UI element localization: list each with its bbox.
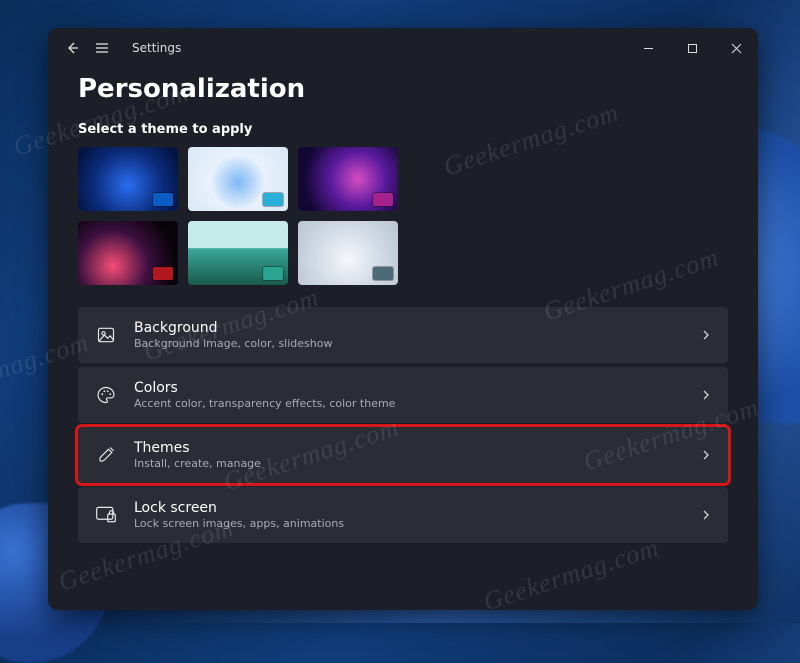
theme-tile-glow-purple[interactable]	[298, 147, 398, 211]
settings-item-lock-screen[interactable]: Lock screenLock screen images, apps, ani…	[78, 487, 728, 543]
titlebar: Settings	[48, 28, 758, 68]
palette-icon	[94, 383, 118, 407]
settings-item-subtitle: Background image, color, slideshow	[134, 337, 700, 350]
close-icon	[731, 43, 742, 54]
settings-list: BackgroundBackground image, color, slide…	[78, 307, 728, 543]
accent-chip	[373, 193, 393, 206]
settings-item-title: Lock screen	[134, 500, 700, 516]
theme-tile-flow-dark-red[interactable]	[78, 221, 178, 285]
settings-window: Settings Personalization Select a theme …	[48, 28, 758, 610]
settings-item-subtitle: Accent color, transparency effects, colo…	[134, 397, 700, 410]
theme-tile-captured-motion[interactable]	[188, 221, 288, 285]
minimize-button[interactable]	[626, 28, 670, 68]
settings-item-text: Lock screenLock screen images, apps, ani…	[134, 500, 700, 530]
theme-tile-sunrise-light[interactable]	[298, 221, 398, 285]
app-title: Settings	[132, 41, 181, 55]
chevron-right-icon	[700, 449, 712, 461]
chevron-right-icon	[700, 329, 712, 341]
settings-item-subtitle: Install, create, manage	[134, 457, 700, 470]
maximize-button[interactable]	[670, 28, 714, 68]
accent-chip	[153, 193, 173, 206]
paintbrush-icon	[94, 443, 118, 467]
page-title: Personalization	[78, 74, 728, 104]
themes-section-label: Select a theme to apply	[78, 122, 728, 137]
window-controls	[626, 28, 758, 68]
minimize-icon	[643, 43, 654, 54]
settings-item-title: Themes	[134, 440, 700, 456]
accent-chip	[153, 267, 173, 280]
hamburger-icon	[94, 40, 110, 56]
image-icon	[94, 323, 118, 347]
accent-chip	[263, 267, 283, 280]
content-area: Personalization Select a theme to apply …	[48, 68, 758, 610]
settings-item-subtitle: Lock screen images, apps, animations	[134, 517, 700, 530]
lock-screen-icon	[94, 503, 118, 527]
settings-item-title: Background	[134, 320, 700, 336]
settings-item-text: BackgroundBackground image, color, slide…	[134, 320, 700, 350]
back-button[interactable]	[60, 36, 84, 60]
arrow-left-icon	[64, 40, 80, 56]
settings-item-themes[interactable]: ThemesInstall, create, manage	[78, 427, 728, 483]
maximize-icon	[687, 43, 698, 54]
close-button[interactable]	[714, 28, 758, 68]
theme-grid	[78, 147, 728, 285]
chevron-right-icon	[700, 509, 712, 521]
accent-chip	[373, 267, 393, 280]
theme-tile-windows-light-blue[interactable]	[188, 147, 288, 211]
nav-menu-button[interactable]	[90, 36, 114, 60]
settings-item-background[interactable]: BackgroundBackground image, color, slide…	[78, 307, 728, 363]
settings-item-title: Colors	[134, 380, 700, 396]
chevron-right-icon	[700, 389, 712, 401]
settings-item-text: ThemesInstall, create, manage	[134, 440, 700, 470]
settings-item-colors[interactable]: ColorsAccent color, transparency effects…	[78, 367, 728, 423]
settings-item-text: ColorsAccent color, transparency effects…	[134, 380, 700, 410]
accent-chip	[263, 193, 283, 206]
theme-tile-windows-dark-blue[interactable]	[78, 147, 178, 211]
